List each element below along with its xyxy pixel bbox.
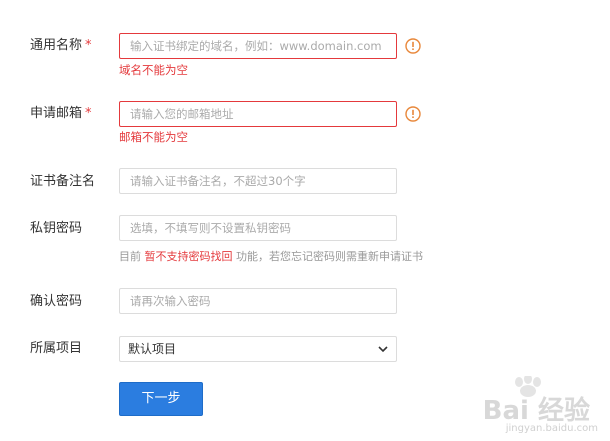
- common-name-error: 域名不能为空: [119, 63, 188, 77]
- note-input[interactable]: 请输入证书备注名，不超过30个字: [119, 168, 397, 194]
- note-label: 证书备注名: [30, 174, 96, 189]
- next-step-button[interactable]: 下一步: [119, 382, 203, 416]
- password-hint-highlight: 暂不支持密码找回: [144, 250, 233, 263]
- password-hint: 目前 暂不支持密码找回 功能，若您忘记密码则需重新申请证书: [119, 250, 423, 263]
- warning-icon: [405, 38, 421, 54]
- common-name-placeholder: 输入证书绑定的域名，例如：www.domain.com: [130, 39, 382, 53]
- confirm-password-placeholder: 请再次输入密码: [130, 294, 211, 308]
- confirm-password-label: 确认密码: [30, 294, 83, 309]
- confirm-password-input[interactable]: 请再次输入密码: [119, 288, 397, 314]
- project-label: 所属项目: [30, 341, 83, 356]
- project-selected-value: 默认项目: [128, 342, 177, 356]
- email-error: 邮箱不能为空: [119, 130, 188, 144]
- required-mark: *: [85, 106, 92, 121]
- required-mark: *: [85, 38, 92, 53]
- email-placeholder: 请输入您的邮箱地址: [130, 107, 234, 121]
- watermark-brand: Bai 经验: [482, 396, 590, 426]
- email-label: 申请邮箱 *: [30, 106, 92, 121]
- chevron-down-icon: [378, 346, 388, 353]
- note-placeholder: 请输入证书备注名，不超过30个字: [130, 174, 306, 188]
- private-key-password-label: 私钥密码: [30, 221, 83, 236]
- common-name-label: 通用名称 *: [30, 38, 92, 53]
- common-name-input[interactable]: 输入证书绑定的域名，例如：www.domain.com: [119, 33, 397, 59]
- project-select[interactable]: 默认项目: [119, 336, 397, 362]
- private-key-password-placeholder: 选填，不填写则不设置私钥密码: [130, 221, 291, 235]
- email-input[interactable]: 请输入您的邮箱地址: [119, 101, 397, 127]
- watermark-url: jingyan.baidu.com: [505, 423, 598, 434]
- warning-icon: [405, 106, 421, 122]
- private-key-password-input[interactable]: 选填，不填写则不设置私钥密码: [119, 215, 397, 241]
